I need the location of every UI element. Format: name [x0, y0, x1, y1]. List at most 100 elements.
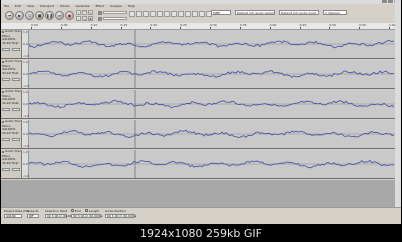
track-format: Mono, 44100Hz 32-bit float: [2, 64, 19, 75]
snap-to-select[interactable]: Off: [27, 214, 39, 218]
silence-icon[interactable]: [157, 11, 163, 17]
zoom-tool-icon[interactable]: ⌕: [76, 16, 81, 21]
waveform-graphic: [29, 30, 395, 58]
track-name[interactable]: Audio Track: [5, 150, 21, 153]
audio-track[interactable]: Audio Track Mono, 44100Hz 32-bit float 1.0…: [1, 30, 401, 59]
redo-icon[interactable]: [171, 11, 177, 17]
ruler-tick-label: 0:25: [180, 23, 187, 29]
length-radio[interactable]: [85, 209, 88, 212]
selection-start-field[interactable]: 00 h 00 m 00.000 s: [45, 214, 76, 218]
sync-lock-icon[interactable]: [178, 11, 184, 17]
solo-button[interactable]: [12, 48, 20, 51]
pause-button[interactable]: ❚❚: [45, 11, 54, 20]
pause-icon: ❚❚: [46, 12, 53, 18]
multi-tool-icon[interactable]: ✱: [88, 16, 93, 21]
fit-selection-icon[interactable]: [199, 11, 205, 17]
length-label: Length: [89, 209, 100, 213]
minimize-icon[interactable]: [382, 0, 387, 3]
play-button[interactable]: ▶: [15, 11, 24, 20]
audio-track[interactable]: Audio Track Mono, 44100Hz 32-bit float 1.0…: [1, 90, 401, 119]
ruler-tick-label: 0:20: [150, 23, 158, 29]
mute-button[interactable]: [2, 48, 10, 51]
track-name[interactable]: Audio Track: [5, 30, 21, 33]
ruler-tick-label: 0:55: [359, 23, 366, 29]
waveform[interactable]: [29, 30, 395, 58]
track-control-panel[interactable]: Audio Track Mono, 44100Hz 32-bit float: [1, 60, 22, 88]
skip-start-button[interactable]: ⏮: [5, 11, 14, 20]
waveform[interactable]: [29, 150, 395, 178]
record-meter-bar: [103, 17, 127, 20]
track-control-panel[interactable]: Audio Track Mono, 44100Hz 32-bit float: [1, 120, 22, 148]
audio-position-field[interactable]: 00 h 00 m 00.000 s: [105, 214, 136, 218]
audio-track[interactable]: Audio Track Mono, 44100Hz 32-bit float 1.0…: [1, 120, 401, 149]
ruler-tick-label: 0:40: [269, 23, 277, 29]
scale-label: 1.0: [23, 150, 28, 154]
track-close-icon[interactable]: [2, 151, 4, 153]
empty-track-area[interactable]: [1, 180, 395, 207]
solo-button[interactable]: [12, 138, 20, 141]
mute-button[interactable]: [2, 168, 10, 171]
scale-label: 1.0: [23, 60, 28, 64]
waveform[interactable]: [29, 90, 395, 118]
trim-icon[interactable]: [150, 11, 156, 17]
vertical-scrollbar-lower[interactable]: [395, 180, 401, 207]
draw-tool-icon[interactable]: ✎: [88, 10, 93, 15]
track-close-icon[interactable]: [2, 31, 4, 33]
skip-end-button[interactable]: ⏭: [55, 11, 64, 20]
project-rate-select[interactable]: 44100: [4, 214, 22, 218]
project-rate-label: Project Rate (Hz): [4, 209, 30, 213]
input-device-select[interactable]: Default 2ch audio input: [279, 10, 319, 15]
track-close-icon[interactable]: [2, 91, 4, 93]
timeshift-tool-icon[interactable]: ↔: [82, 16, 87, 21]
zoom-in-icon[interactable]: [185, 11, 191, 17]
mute-button[interactable]: [2, 108, 10, 111]
vertical-scrollbar[interactable]: [395, 0, 401, 180]
microphone-icon: [98, 16, 102, 21]
audio-track[interactable]: Audio Track Mono, 44100Hz 32-bit float 1.0…: [1, 150, 401, 179]
track-name[interactable]: Audio Track: [5, 90, 21, 93]
solo-button[interactable]: [12, 78, 20, 81]
record-button[interactable]: ●: [65, 11, 74, 20]
loop-button[interactable]: ↻: [25, 11, 34, 20]
edit-toolbar: [129, 11, 212, 17]
playback-meter[interactable]: [98, 10, 127, 15]
selection-end-field[interactable]: 00 h 00 m 00.000 s: [71, 214, 102, 218]
ruler-tick-label: 0:45: [299, 23, 307, 29]
paste-icon[interactable]: [143, 11, 149, 17]
selection-toolbar: Project Rate (Hz) 44100 Snap-To Off Sele…: [1, 207, 401, 224]
maximize-icon[interactable]: [388, 0, 393, 3]
undo-icon[interactable]: [164, 11, 170, 17]
track-control-panel[interactable]: Audio Track Mono, 44100Hz 32-bit float: [1, 150, 22, 178]
track-control-panel[interactable]: Audio Track Mono, 44100Hz 32-bit float: [1, 90, 22, 118]
track-close-icon[interactable]: [2, 121, 4, 123]
record-meter[interactable]: [98, 16, 127, 21]
timeline-ruler[interactable]: 0:00 0:05 0:10 0:15 0:20 0:25 0:30 0:35 0:40 0:45…: [1, 23, 401, 30]
waveform[interactable]: [29, 60, 395, 88]
track-close-icon[interactable]: [2, 61, 4, 63]
output-device-select[interactable]: Default 2ch audio output: [235, 10, 275, 15]
tools-palette: I ⌒ ✎ ⌕ ↔ ✱: [76, 10, 93, 21]
host-select[interactable]: MME: [211, 10, 231, 15]
track-control-panel[interactable]: Audio Track Mono, 44100Hz 32-bit float: [1, 30, 22, 58]
zoom-out-icon[interactable]: [192, 11, 198, 17]
cut-icon[interactable]: [129, 11, 135, 17]
waveform[interactable]: [29, 120, 395, 148]
stop-button[interactable]: ■: [35, 11, 44, 20]
play-icon: ▶: [17, 12, 22, 18]
solo-button[interactable]: [12, 108, 20, 111]
audio-track[interactable]: Audio Track Mono, 44100Hz 32-bit float 1.0…: [1, 60, 401, 89]
track-name[interactable]: Audio Track: [5, 120, 21, 123]
track-name[interactable]: Audio Track: [5, 60, 21, 63]
selection-tool-icon[interactable]: I: [76, 10, 81, 15]
mute-button[interactable]: [2, 138, 10, 141]
end-radio[interactable]: [71, 209, 74, 212]
mute-button[interactable]: [2, 78, 10, 81]
project-rate-value: 44100: [6, 214, 16, 218]
stop-icon: ■: [37, 12, 42, 18]
channels-select[interactable]: 2 (Stereo): [323, 10, 347, 15]
solo-button[interactable]: [12, 168, 20, 171]
scale-label: 0.0: [23, 162, 28, 166]
transport-controls: ⏮ ▶ ↻ ■ ❚❚ ⏭ ●: [5, 11, 74, 20]
envelope-tool-icon[interactable]: ⌒: [82, 10, 87, 15]
copy-icon[interactable]: [136, 11, 142, 17]
